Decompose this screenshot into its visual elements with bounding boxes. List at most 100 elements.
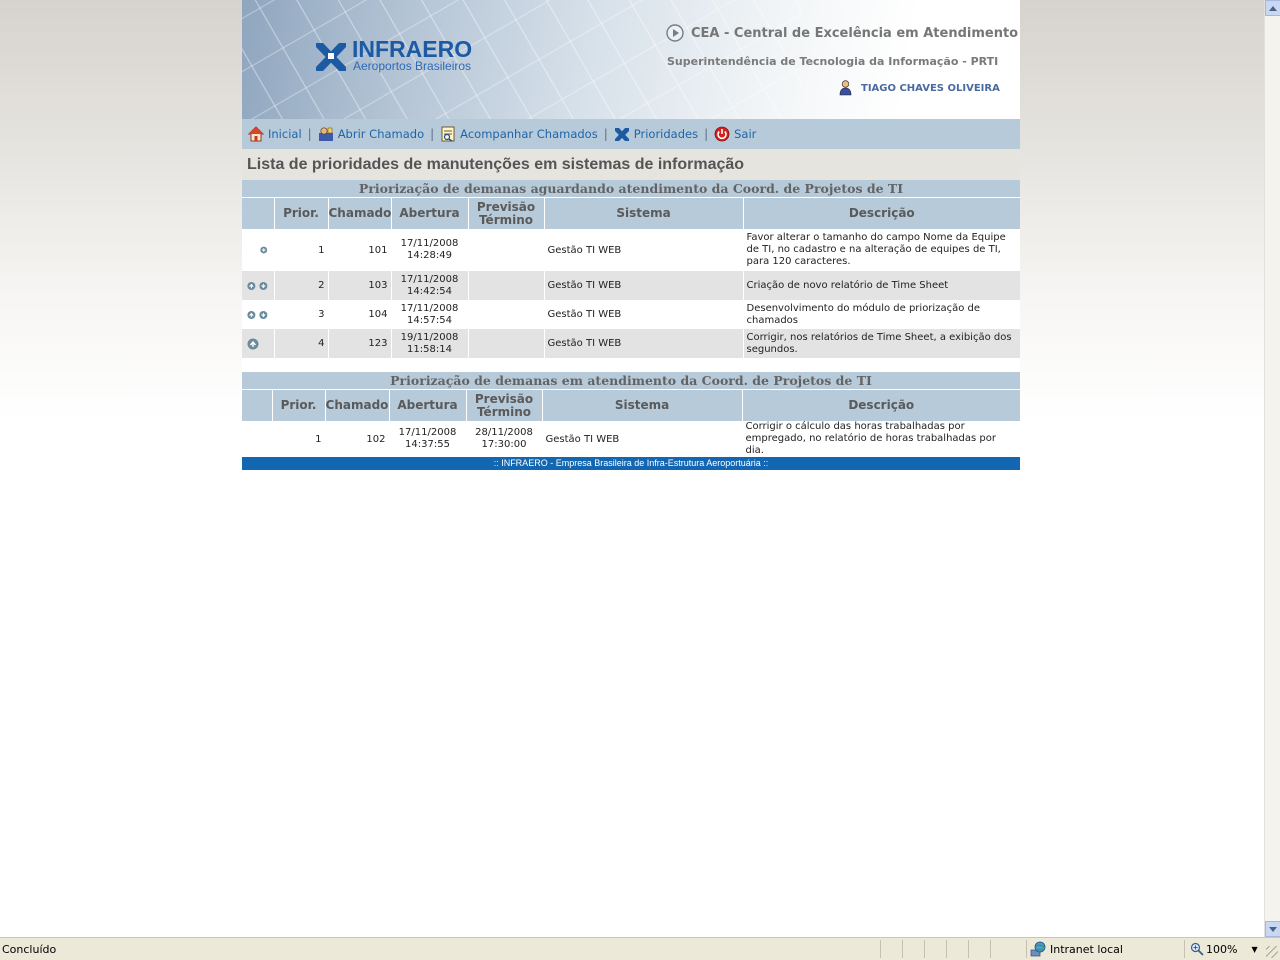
abertura-time: 14:37:55	[405, 439, 450, 450]
page-footer: :: INFRAERO - Empresa Brasileira de Infr…	[242, 457, 1020, 470]
cell-prior: 1	[274, 229, 329, 271]
row-actions	[242, 421, 273, 457]
cell-descricao: Desenvolvimento do módulo de priorização…	[743, 300, 1020, 329]
nav-item-acompanhar-chamados[interactable]: Acompanhar Chamados	[440, 126, 598, 142]
cell-chamado: 104	[328, 300, 392, 329]
previsao-date: 28/11/2008	[475, 427, 533, 438]
cell-previsao	[468, 300, 545, 329]
security-zone[interactable]: Intranet local	[1026, 940, 1182, 958]
priority-table-in-progress: Priorização de demanas em atendimento da…	[242, 372, 1021, 457]
vertical-scrollbar[interactable]	[1264, 0, 1280, 937]
abertura-date: 19/11/2008	[400, 331, 459, 343]
cell-descricao: Corrigir, nos relatórios de Time Sheet, …	[743, 329, 1020, 358]
col-abertura: Abertura	[389, 389, 467, 421]
scroll-up-button[interactable]	[1265, 0, 1280, 16]
table-section-title: Priorização de demanas aguardando atendi…	[242, 180, 1020, 198]
col-actions	[242, 197, 275, 229]
zone-label: Intranet local	[1050, 942, 1123, 956]
status-cells	[880, 940, 1012, 958]
move-up-icon[interactable]	[247, 309, 256, 321]
col-descricao: Descrição	[742, 389, 1021, 421]
resize-grip[interactable]	[1266, 946, 1278, 958]
move-down-icon[interactable]	[260, 244, 268, 256]
abertura-time: 14:57:54	[407, 314, 452, 326]
abertura-time: 11:58:14	[407, 343, 452, 355]
cell-sistema: Gestão TI WEB	[544, 300, 744, 329]
cell-sistema: Gestão TI WEB	[544, 271, 744, 300]
col-previsao-line2: Término	[476, 404, 532, 419]
table-row: 4 123 19/11/2008 11:58:14 Gestão TI WEB C…	[242, 329, 1020, 358]
priority-table-waiting: Priorização de demanas aguardando atendi…	[242, 180, 1020, 358]
cell-sistema: Gestão TI WEB	[542, 421, 743, 457]
move-up-icon[interactable]	[247, 280, 256, 292]
cell-descricao: Corrigir o cálculo das horas trabalhadas…	[742, 421, 1021, 457]
page-container: INFRAERO Aeroportos Brasileiros CEA - Ce…	[242, 0, 1021, 470]
page-title: Lista de prioridades de manutenções em s…	[242, 149, 1020, 180]
user-icon	[839, 80, 852, 96]
play-icon	[666, 24, 684, 42]
col-previsao-line1: Previsão	[474, 391, 534, 406]
col-sistema: Sistema	[542, 389, 743, 421]
status-cell	[902, 940, 924, 958]
col-prior: Prior.	[274, 197, 329, 229]
cell-previsao: 28/11/2008 17:30:00	[466, 421, 543, 457]
cell-abertura: 17/11/2008 14:42:54	[391, 271, 469, 300]
col-actions	[242, 389, 273, 421]
col-previsao-line1: Previsão	[476, 199, 536, 214]
move-up-icon[interactable]	[247, 338, 259, 350]
scroll-down-button[interactable]	[1265, 921, 1280, 937]
cell-abertura: 17/11/2008 14:28:49	[391, 229, 469, 271]
logo-title: INFRAERO	[352, 36, 473, 62]
cell-abertura: 19/11/2008 11:58:14	[391, 329, 469, 358]
row-actions	[242, 271, 275, 300]
cell-sistema: Gestão TI WEB	[544, 329, 744, 358]
infraero-logo-icon	[316, 42, 346, 71]
cell-sistema: Gestão TI WEB	[544, 229, 744, 271]
cell-prior: 3	[274, 300, 329, 329]
status-cell	[946, 940, 968, 958]
table-header-row: Prior. Chamado Abertura Previsão Término …	[242, 197, 1020, 229]
row-actions	[242, 229, 275, 271]
header-banner: INFRAERO Aeroportos Brasileiros CEA - Ce…	[242, 0, 1020, 119]
table-row: 2 103 17/11/2008 14:42:54 Gestão TI WEB C…	[242, 271, 1020, 300]
row-actions	[242, 300, 275, 329]
cell-chamado: 103	[328, 271, 392, 300]
home-icon	[248, 126, 264, 142]
cell-prior: 2	[274, 271, 329, 300]
cell-abertura: 17/11/2008 14:37:55	[389, 421, 467, 457]
nav-item-abrir-chamado[interactable]: Abrir Chamado	[318, 126, 424, 142]
main-nav: Inicial | Abrir Chamado | Acompanhar Cha…	[242, 119, 1020, 149]
table2-title: Priorização de demanas em atendimento da…	[242, 372, 1021, 390]
cell-chamado: 102	[325, 421, 390, 457]
nav-separator: |	[603, 127, 608, 141]
zoom-control[interactable]: 100% ▼	[1184, 940, 1265, 958]
arrow-down-icon	[1269, 926, 1277, 932]
cell-previsao	[468, 329, 545, 358]
logged-user: TIAGO CHAVES OLIVEIRA	[839, 80, 1000, 96]
abertura-date: 17/11/2008	[400, 273, 459, 285]
cell-prior: 4	[274, 329, 329, 358]
nav-item-label: Prioridades	[633, 127, 699, 141]
move-down-icon[interactable]	[259, 280, 268, 292]
table-row: 1 101 17/11/2008 14:28:49 Gestão TI WEB F…	[242, 229, 1020, 271]
cea-title: CEA - Central de Excelência em Atendimen…	[666, 24, 1018, 42]
nav-separator: |	[430, 127, 435, 141]
priorities-icon	[614, 128, 629, 141]
nav-item-sair[interactable]: Sair	[714, 126, 756, 142]
cell-descricao: Criação de novo relatório de Time Sheet	[743, 271, 1020, 300]
nav-item-inicial[interactable]: Inicial	[248, 126, 302, 142]
col-descricao: Descrição	[743, 197, 1020, 229]
status-cell	[968, 940, 990, 958]
cea-title-text: CEA - Central de Excelência em Atendimen…	[691, 25, 1019, 41]
abertura-date: 17/11/2008	[400, 238, 459, 249]
nav-separator: |	[704, 127, 709, 141]
status-cell	[924, 940, 946, 958]
superintendencia-title: Superintendência de Tecnologia da Inform…	[667, 55, 999, 68]
nav-item-prioridades[interactable]: Prioridades	[614, 126, 698, 142]
zoom-dropdown-icon[interactable]: ▼	[1251, 945, 1257, 954]
abertura-date: 17/11/2008	[398, 427, 457, 438]
move-down-icon[interactable]	[259, 309, 268, 321]
nav-item-label: Acompanhar Chamados	[460, 127, 598, 141]
previsao-time: 17:30:00	[481, 439, 527, 450]
nav-separator: |	[307, 127, 312, 141]
